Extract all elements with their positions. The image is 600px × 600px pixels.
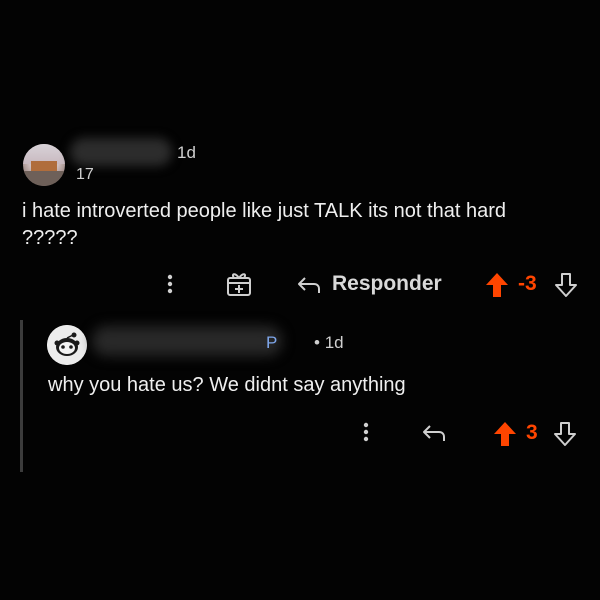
more-vertical-icon[interactable] [160, 272, 180, 296]
vote-score: -3 [518, 272, 537, 295]
reply-arrow-icon[interactable] [296, 273, 322, 297]
reply-arrow-icon[interactable] [421, 421, 447, 445]
downvote-arrow-icon[interactable] [552, 420, 578, 448]
comment-body: why you hate us? We didnt say anything [48, 374, 406, 396]
comment-meta: • 1d [314, 333, 344, 353]
username-link[interactable]: P [266, 333, 277, 353]
thread-line[interactable] [20, 320, 23, 472]
avatar-building [31, 161, 57, 171]
username-fragment: P [266, 333, 278, 352]
comment-timestamp: 1d [177, 143, 196, 162]
more-vertical-icon[interactable] [356, 420, 376, 444]
reply-button[interactable]: Responder [332, 272, 442, 296]
user-avatar-icon[interactable] [47, 325, 87, 365]
comment-thread: 1d 17 i hate introverted people like jus… [0, 0, 600, 600]
meta-separator: • [314, 333, 320, 352]
gift-award-icon[interactable] [225, 270, 253, 298]
downvote-arrow-icon[interactable] [553, 271, 579, 299]
user-avatar-icon[interactable] [23, 144, 65, 186]
snoo-avatar-icon [47, 325, 87, 365]
vote-score: 3 [526, 421, 538, 444]
comment-timestamp: 1d [324, 333, 344, 352]
avatar-ground [23, 171, 65, 186]
redacted-username[interactable] [70, 138, 172, 166]
redacted-username[interactable] [92, 326, 282, 356]
upvote-arrow-icon[interactable] [484, 271, 510, 299]
comment-body: i hate introverted people like just TALK… [22, 200, 506, 249]
upvote-arrow-icon[interactable] [492, 420, 518, 448]
user-karma: 17 [76, 166, 94, 183]
